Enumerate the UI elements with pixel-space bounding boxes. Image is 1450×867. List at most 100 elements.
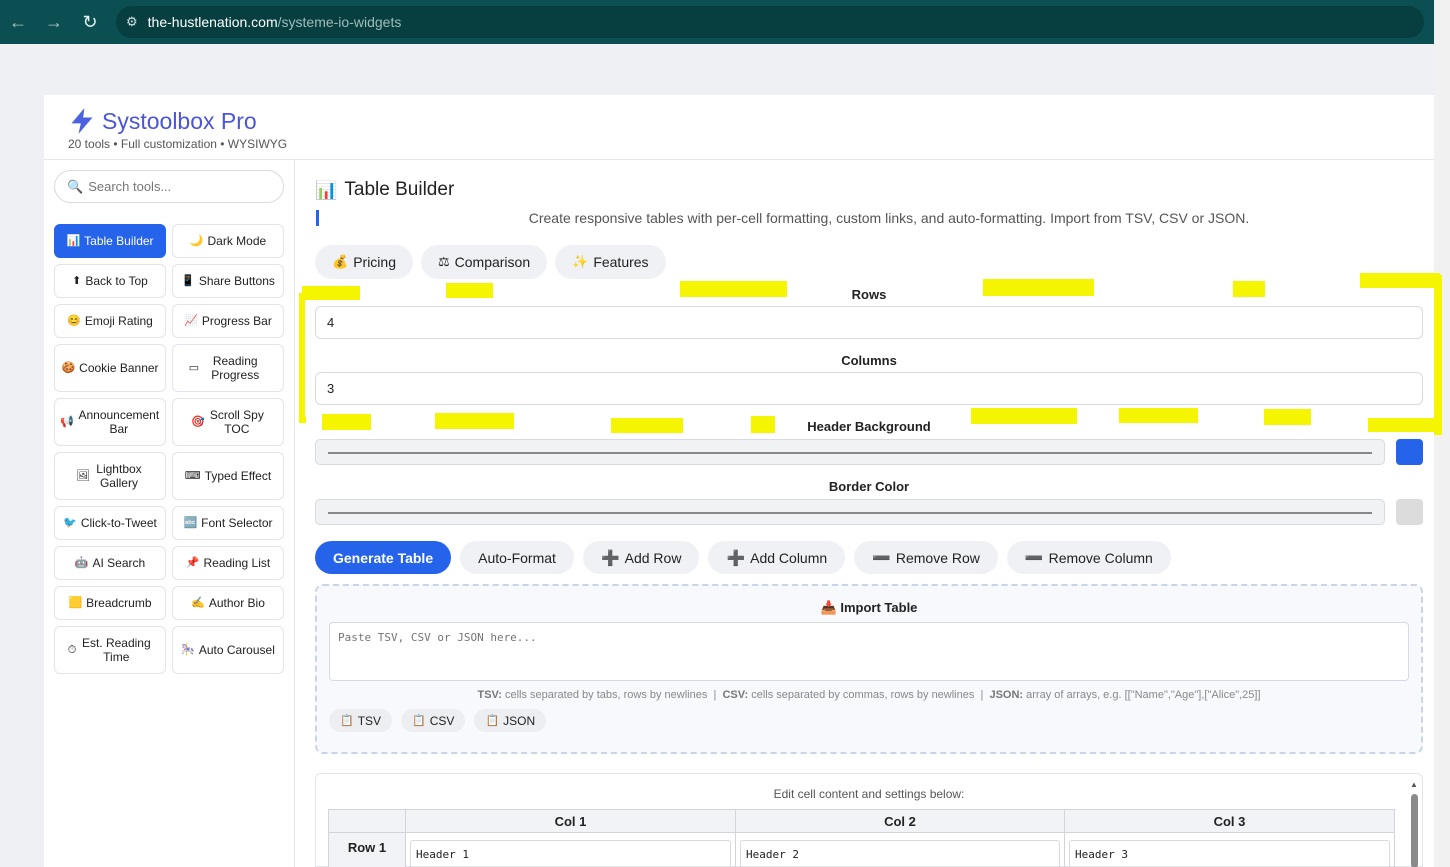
tool-list: 📊 Table Builder 🌙 Dark Mode ⬆ Back to Top 📱… [54,224,284,674]
robot-icon: 🤖 [74,557,89,569]
bird-icon: 🐦 [63,517,77,529]
preset-comparison-button[interactable]: ⚖ Comparison [420,245,548,279]
add-row-button[interactable]: ➕ Add Row [582,541,700,574]
import-tsv-button[interactable]: 📋 TSV [329,709,393,732]
sparkles-icon: ✨ [572,254,589,269]
cell-input[interactable]: Header 3 [1069,840,1390,867]
preset-pricing-button[interactable]: 💰 Pricing [315,245,413,279]
app-container: Systoolbox Pro 20 tools • Full customiza… [44,95,1434,867]
columns-input[interactable]: 3 [315,372,1423,405]
accent-marker [316,210,319,226]
header-background-label: Header Background [807,419,931,434]
header-background-swatch[interactable] [1396,439,1423,465]
editor-scrollbar[interactable]: ▲ [1410,780,1419,867]
browser-toolbar: ← → ↻ ⚙ the-hustlenation.com/systeme-io-… [0,0,1434,44]
address-bar[interactable]: ⚙ the-hustlenation.com/systeme-io-widget… [116,6,1424,38]
import-title: Import Table [840,600,918,615]
phone-icon: 📱 [181,275,195,287]
forward-arrow-icon[interactable]: → [36,12,72,33]
tool-auto-carousel[interactable]: 🎠 Auto Carousel [172,626,284,674]
border-color-label: Border Color [828,479,910,494]
tool-est-reading-time[interactable]: ⏱ Est. Reading Time [54,626,166,674]
tool-scroll-spy-toc[interactable]: 🎯 Scroll Spy TOC [172,398,284,446]
site-settings-icon[interactable]: ⚙ [126,14,138,30]
clipboard-icon: 📋 [340,715,354,727]
tool-progress-bar[interactable]: 📈 Progress Bar [172,304,284,338]
table-cell: Header 1 [405,832,736,867]
target-icon: 🎯 [191,416,205,428]
stopwatch-icon: ⏱ [67,644,77,656]
tool-ai-search[interactable]: 🤖 AI Search [54,546,166,580]
up-arrow-icon: ⬆ [72,275,82,287]
import-csv-button[interactable]: 📋 CSV [401,709,466,732]
preset-list: 💰 Pricing ⚖ Comparison ✨ Features [315,245,1423,279]
header-divider [44,159,1434,160]
clipboard-icon: 📋 [485,715,500,727]
tool-reading-list[interactable]: 📌 Reading List [172,546,284,580]
tool-author-bio[interactable]: ✍ Author Bio [172,586,284,620]
tool-dark-mode[interactable]: 🌙 Dark Mode [172,224,284,258]
column-header: Col 1 [405,809,736,833]
pin-icon: 📌 [185,557,200,569]
tool-announcement-bar[interactable]: 📢 Announcement Bar [54,398,166,446]
money-bag-icon: 💰 [332,254,349,269]
picture-icon: 🖼 [76,470,90,482]
square-icon: 🟨 [68,597,83,609]
back-arrow-icon[interactable]: ← [0,12,36,33]
scroll-up-icon[interactable]: ▲ [1410,780,1418,789]
import-json-button[interactable]: 📋 JSON [474,709,547,732]
add-column-button[interactable]: ➕ Add Column [708,541,846,574]
search-placeholder: Search tools... [88,179,172,194]
row-header: Row 1 [328,832,406,867]
page-title: Table Builder [344,179,455,200]
border-color-field[interactable] [315,499,1385,525]
chart-up-icon: 📈 [184,315,198,327]
scales-icon: ⚖ [437,254,450,269]
search-tools-input[interactable]: 🔍 Search tools... [54,170,284,203]
search-icon: 🔍 [67,178,84,194]
remove-row-button[interactable]: ➖ Remove Row [854,541,998,574]
tool-reading-progress[interactable]: ▭ Reading Progress [172,344,284,392]
url-path: /systeme-io-widgets [277,14,402,30]
font-icon: 🔤 [183,517,198,529]
preset-features-button[interactable]: ✨ Features [555,245,666,279]
keyboard-icon: ⌨ [184,470,201,482]
cell-input[interactable]: Header 1 [410,840,731,867]
import-textarea[interactable] [329,622,1409,681]
rows-input[interactable]: 4 [315,306,1423,339]
smiley-icon: 😊 [67,315,81,327]
tool-lightbox-gallery[interactable]: 🖼 Lightbox Gallery [54,452,166,500]
cell-editor-table: Col 1 Col 2 Col 3 Row 1 Header 1 Header … [328,809,1395,867]
table-chart-icon: 📊 [66,235,81,247]
tool-back-to-top[interactable]: ⬆ Back to Top [54,264,166,298]
tool-font-selector[interactable]: 🔤 Font Selector [172,506,284,540]
tool-emoji-rating[interactable]: 😊 Emoji Rating [54,304,166,338]
columns-label: Columns [841,353,897,368]
brand-title: Systoolbox Pro [102,107,257,134]
megaphone-icon: 📢 [60,416,74,428]
column-header: Col 3 [1064,809,1395,833]
remove-column-button[interactable]: ➖ Remove Column [1006,541,1171,574]
page-scrollbar[interactable] [1434,0,1450,867]
minus-icon: ➖ [1024,549,1044,567]
carousel-icon: 🎠 [181,644,195,656]
rows-label: Rows [851,287,887,302]
header-background-field[interactable] [315,439,1385,465]
table-cell: Header 2 [735,832,1065,867]
tool-cookie-banner[interactable]: 🍪 Cookie Banner [54,344,166,392]
tool-table-builder[interactable]: 📊 Table Builder [54,224,166,258]
reload-icon[interactable]: ↻ [72,12,108,33]
tool-click-to-tweet[interactable]: 🐦 Click-to-Tweet [54,506,166,540]
border-color-swatch[interactable] [1396,499,1423,525]
auto-format-button[interactable]: Auto-Format [460,541,574,574]
generate-table-button[interactable]: Generate Table [315,541,452,574]
cell-input[interactable]: Header 2 [740,840,1060,867]
import-table-panel: 📥 Import Table TSV: cells separated by t… [315,584,1423,754]
plus-icon: ➕ [726,549,746,567]
pen-icon: ✍ [191,597,205,609]
tool-typed-effect[interactable]: ⌨ Typed Effect [172,452,284,500]
tool-share-buttons[interactable]: 📱 Share Buttons [172,264,284,298]
window-icon: ▭ [188,362,200,374]
column-header: Col 2 [735,809,1065,833]
tool-breadcrumb[interactable]: 🟨 Breadcrumb [54,586,166,620]
